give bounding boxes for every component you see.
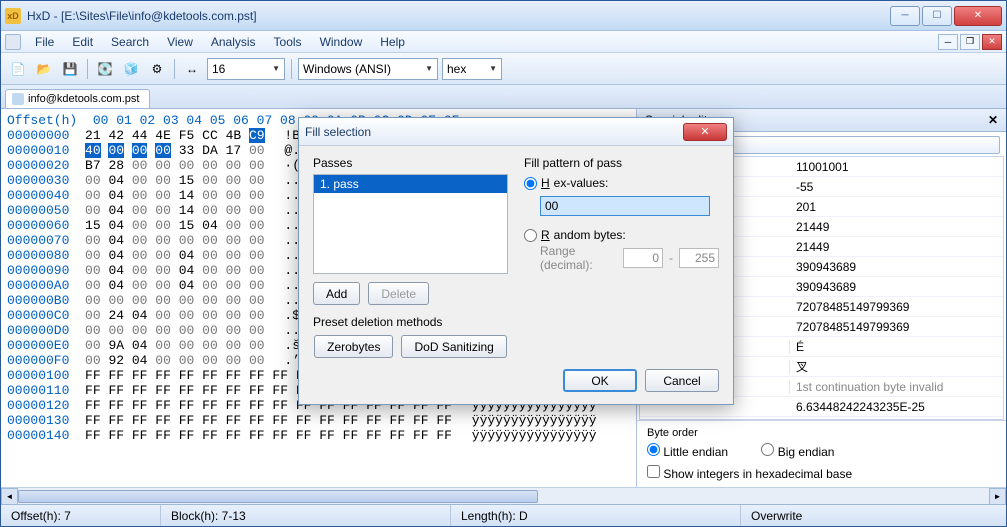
range-low-input[interactable] (623, 248, 663, 268)
scroll-left-icon[interactable]: ◄ (1, 488, 18, 505)
minimize-button[interactable]: ─ (890, 6, 920, 26)
toolbar: 📄 📂 💾 💽 🧊 ⚙ ↔ 16▼ Windows (ANSI)▼ hex▼ (1, 53, 1006, 85)
open-disk-icon[interactable]: 💽 (94, 58, 116, 80)
dialog-title: Fill selection (305, 125, 371, 139)
statusbar: Offset(h): 7 Block(h): 7-13 Length(h): D… (1, 504, 1006, 526)
delete-pass-button[interactable]: Delete (368, 282, 429, 305)
menu-file[interactable]: File (27, 33, 62, 51)
scroll-thumb[interactable] (18, 490, 538, 503)
offset-base-combo[interactable]: hex▼ (442, 58, 502, 80)
menubar: FileEditSearchViewAnalysisToolsWindowHel… (1, 31, 1006, 53)
add-pass-button[interactable]: Add (313, 282, 360, 305)
titlebar: xD HxD - [E:\Sites\File\info@kdetools.co… (1, 1, 1006, 31)
menu-window[interactable]: Window (312, 33, 371, 51)
open-ram-icon[interactable]: 🧊 (120, 58, 142, 80)
window-title: HxD - [E:\Sites\File\info@kdetools.com.p… (27, 9, 890, 23)
hex-row[interactable]: 00000140 FF FF FF FF FF FF FF FF FF FF F… (7, 428, 630, 443)
range-label: Range (decimal): (540, 244, 617, 272)
toggle-readonly-icon[interactable]: ↔ (181, 58, 203, 80)
fill-selection-dialog: Fill selection ✕ Passes 1. pass Add Dele… (298, 117, 734, 405)
menu-search[interactable]: Search (103, 33, 157, 51)
status-block: Block(h): 7-13 (161, 505, 451, 526)
menu-help[interactable]: Help (372, 33, 413, 51)
fill-pattern-label: Fill pattern of pass (524, 156, 719, 170)
file-tabstrip: info@kdetools.com.pst (1, 85, 1006, 109)
bytes-per-row-combo[interactable]: 16▼ (207, 58, 285, 80)
menu-analysis[interactable]: Analysis (203, 33, 264, 51)
mdi-minimize-button[interactable]: ─ (938, 34, 958, 50)
maximize-button[interactable]: ☐ (922, 6, 952, 26)
pass-item[interactable]: 1. pass (314, 175, 507, 193)
side-close-button[interactable]: ✕ (988, 113, 998, 127)
menu-edit[interactable]: Edit (64, 33, 101, 51)
open-file-icon[interactable]: 📂 (33, 58, 55, 80)
dialog-close-button[interactable]: ✕ (683, 123, 727, 141)
cancel-button[interactable]: Cancel (645, 369, 719, 392)
random-bytes-radio[interactable]: Random bytes: (524, 228, 719, 242)
mdi-restore-button[interactable]: ❐ (960, 34, 980, 50)
status-length: Length(h): D (451, 505, 741, 526)
open-process-icon[interactable]: ⚙ (146, 58, 168, 80)
menu-view[interactable]: View (159, 33, 201, 51)
hex-value-input[interactable] (540, 196, 710, 216)
show-hex-integers-checkbox[interactable]: Show integers in hexadecimal base (647, 467, 852, 481)
preset-methods-label: Preset deletion methods (313, 315, 508, 329)
hex-row[interactable]: 00000130 FF FF FF FF FF FF FF FF FF FF F… (7, 413, 630, 428)
encoding-combo[interactable]: Windows (ANSI)▼ (298, 58, 438, 80)
big-endian-radio[interactable]: Big endian (761, 445, 834, 459)
mdi-close-button[interactable]: ✕ (982, 34, 1002, 50)
little-endian-radio[interactable]: Little endian (647, 445, 728, 459)
menu-tools[interactable]: Tools (266, 33, 310, 51)
save-dropdown-icon[interactable]: 💾 (59, 58, 81, 80)
passes-label: Passes (313, 156, 508, 170)
new-file-icon[interactable]: 📄 (7, 58, 29, 80)
passes-listbox[interactable]: 1. pass (313, 174, 508, 274)
app-icon: xD (5, 8, 21, 24)
hex-values-radio[interactable]: HHex-values:ex-values: (524, 176, 719, 190)
range-high-input[interactable] (679, 248, 719, 268)
dod-sanitizing-button[interactable]: DoD Sanitizing (401, 335, 506, 358)
app-menu-icon (5, 34, 21, 50)
horizontal-scrollbar[interactable]: ◄ ► (1, 487, 1006, 504)
status-mode: Overwrite (741, 505, 1006, 526)
ok-button[interactable]: OK (563, 369, 637, 392)
close-button[interactable]: ✕ (954, 6, 1002, 26)
status-offset: Offset(h): 7 (1, 505, 161, 526)
zerobytes-button[interactable]: Zerobytes (314, 335, 393, 358)
file-icon (12, 93, 24, 105)
file-tab[interactable]: info@kdetools.com.pst (5, 89, 150, 108)
byte-order-label: Byte order (647, 427, 996, 439)
scroll-right-icon[interactable]: ► (989, 488, 1006, 505)
